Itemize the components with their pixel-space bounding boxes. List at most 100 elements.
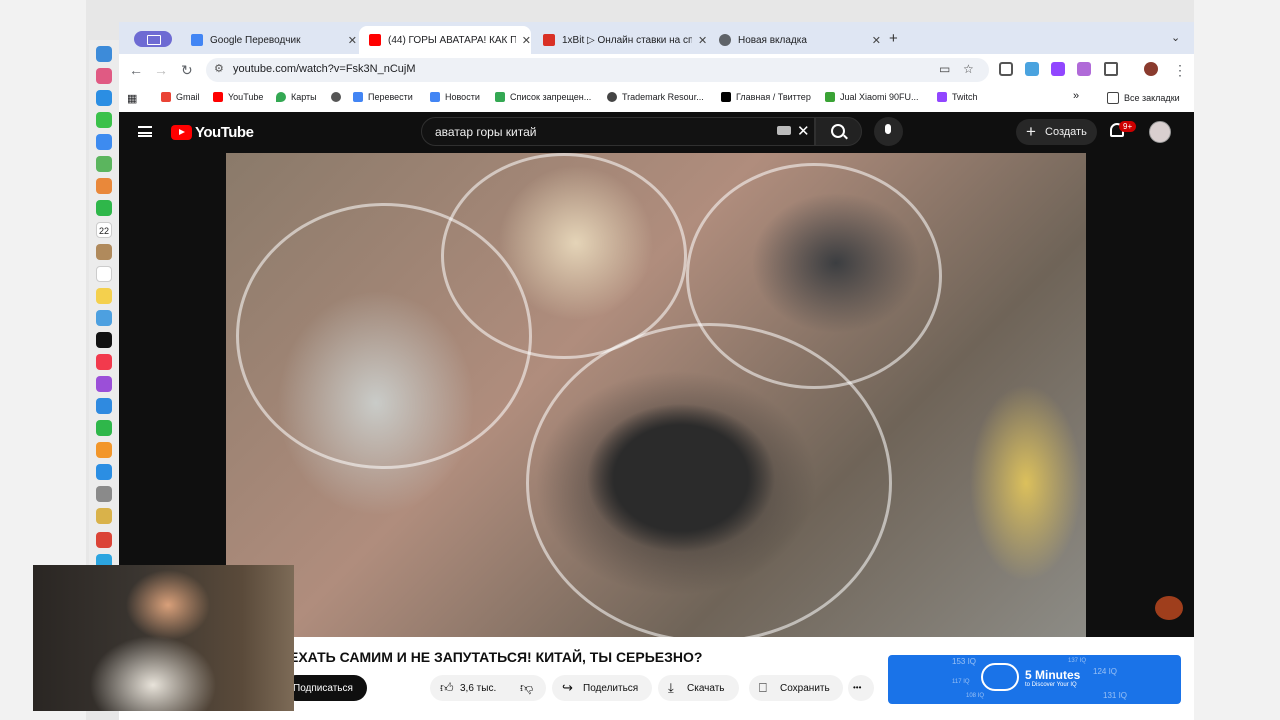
youtube-icon <box>369 34 381 46</box>
extension-twitch-icon[interactable] <box>1051 62 1065 76</box>
bookmark-maps[interactable]: Карты <box>276 92 317 102</box>
microphone-icon <box>885 124 891 134</box>
bookmark-gmail[interactable]: Gmail <box>161 92 200 102</box>
like-count[interactable]: 3,6 тыс. <box>460 683 496 694</box>
profile-avatar-icon[interactable] <box>1144 62 1158 76</box>
ad-banner[interactable]: 153 IQ 124 IQ 131 IQ 117 IQ 108 IQ 137 I… <box>888 655 1181 704</box>
notes-icon[interactable] <box>96 288 112 304</box>
close-icon[interactable]: ✕ <box>522 34 531 47</box>
youtube-logo[interactable]: YouTube <box>171 124 254 141</box>
bookmark-trademark[interactable]: Trademark Resour... <box>607 92 704 102</box>
podcasts-icon[interactable] <box>96 376 112 392</box>
tab-youtube-video[interactable]: (44) ГОРЫ АВАТАРА! КАК ПО ✕ <box>359 26 531 54</box>
more-actions-button[interactable]: ••• <box>848 675 874 701</box>
reload-icon[interactable]: ↻ <box>181 62 193 79</box>
bookmarks-more-chevron[interactable]: » <box>1073 90 1079 102</box>
close-icon[interactable]: ✕ <box>348 34 357 47</box>
all-bookmarks[interactable]: Все закладки <box>1107 92 1180 104</box>
extension-v-icon[interactable] <box>1077 62 1091 76</box>
bookmark-globe[interactable] <box>331 92 346 102</box>
launchpad-icon[interactable] <box>96 68 112 84</box>
bookmark-label: Gmail <box>176 92 200 102</box>
mail-icon[interactable] <box>96 134 112 150</box>
cast-icon[interactable]: ▭ <box>939 62 950 76</box>
youtube-icon <box>213 92 223 102</box>
url-text[interactable]: youtube.com/watch?v=Fsk3N_nCujM <box>233 63 416 75</box>
tab-strip: Google Переводчик ✕ (44) ГОРЫ АВАТАРА! К… <box>119 22 1194 54</box>
ad-subline: to Discover Your IQ <box>1025 682 1077 688</box>
tab-groups-button[interactable] <box>134 31 172 47</box>
plus-icon: + <box>1026 122 1036 141</box>
create-button[interactable]: + Создать <box>1016 119 1097 145</box>
contacts-icon[interactable] <box>96 244 112 260</box>
bookmarks-bar: ▦ Gmail YouTube Карты Перевести Новости … <box>119 86 1194 112</box>
save-button[interactable]: ⎕ Сохранить <box>749 675 843 701</box>
subscribe-button[interactable]: Подписаться <box>283 675 367 701</box>
apps-grid-icon[interactable]: ▦ <box>127 92 137 105</box>
finder-icon[interactable] <box>96 46 112 62</box>
omnibox[interactable]: ⚙ youtube.com/watch?v=Fsk3N_nCujM ▭ ☆ <box>206 58 989 82</box>
extension-qr-icon[interactable] <box>999 62 1013 76</box>
bookmark-twitch[interactable]: Twitch <box>937 92 978 102</box>
calendar-icon[interactable]: 22 <box>96 222 112 238</box>
menu-kebab-icon[interactable]: ⋮ <box>1173 62 1187 79</box>
video-player[interactable] <box>226 153 1086 637</box>
keyboard-icon[interactable] <box>777 126 791 135</box>
youtube-wordmark: YouTube <box>195 124 254 141</box>
bookmark-youtube[interactable]: YouTube <box>213 92 263 102</box>
photos-icon[interactable] <box>96 178 112 194</box>
new-tab-button[interactable]: + <box>889 30 898 47</box>
tab-search-chevron-icon[interactable]: ⌄ <box>1171 31 1180 44</box>
forward-arrow-icon[interactable]: → <box>154 62 168 78</box>
share-icon: ↪ <box>562 680 573 695</box>
globe-icon <box>331 92 341 102</box>
site-info-icon[interactable]: ⚙ <box>214 62 224 75</box>
search-input[interactable]: аватар горы китай ✕ <box>421 117 815 146</box>
youtube-play-icon <box>171 125 192 140</box>
facetime-icon[interactable] <box>96 200 112 216</box>
maps-icon[interactable] <box>96 156 112 172</box>
settings-icon[interactable] <box>96 486 112 502</box>
bookmark-label: Новости <box>445 92 480 102</box>
hamburger-menu-icon[interactable] <box>138 126 152 137</box>
extension-shield-icon[interactable] <box>1025 62 1039 76</box>
close-icon[interactable]: ✕ <box>698 34 707 47</box>
bookmark-twitter[interactable]: Главная / Твиттер <box>721 92 811 102</box>
bookmark-translate[interactable]: Перевести <box>353 92 413 102</box>
search-button[interactable] <box>815 117 862 146</box>
music-icon[interactable] <box>96 354 112 370</box>
safari-icon[interactable] <box>96 90 112 106</box>
tab-title: 1xBit ▷ Онлайн ставки на спорт <box>562 34 692 46</box>
dislike-icon[interactable]: 👎︎ <box>520 680 533 696</box>
search-query[interactable]: аватар горы китай <box>435 125 536 139</box>
pages-icon[interactable] <box>96 442 112 458</box>
chrome-icon[interactable] <box>96 532 112 548</box>
keynote-icon[interactable] <box>96 398 112 414</box>
bookmark-xiaomi[interactable]: Jual Xiaomi 90FU... <box>825 92 919 102</box>
like-icon[interactable]: 👍︎ <box>440 680 454 696</box>
close-icon[interactable]: ✕ <box>872 34 881 47</box>
share-button[interactable]: ↪ Поделиться <box>552 675 652 701</box>
tab-google-translate[interactable]: Google Переводчик ✕ <box>181 26 357 54</box>
bookmark-banned-list[interactable]: Список запрещен... <box>495 92 591 102</box>
ad-iq-label: 153 IQ <box>952 657 977 666</box>
app-store-icon[interactable] <box>96 464 112 480</box>
messages-icon[interactable] <box>96 112 112 128</box>
bookmark-star-icon[interactable]: ☆ <box>963 62 974 76</box>
preview-icon[interactable] <box>96 508 112 524</box>
tab-1xbit[interactable]: 1xBit ▷ Онлайн ставки на спорт ✕ <box>533 26 708 54</box>
account-avatar[interactable] <box>1149 121 1171 143</box>
extensions-puzzle-icon[interactable] <box>1104 62 1118 76</box>
apple-tv-icon[interactable] <box>96 332 112 348</box>
reminders-icon[interactable] <box>96 266 112 282</box>
numbers-icon[interactable] <box>96 420 112 436</box>
webcam-overlay <box>33 565 294 711</box>
tab-new-tab[interactable]: Новая вкладка ✕ <box>709 26 881 54</box>
translate-icon <box>191 34 203 46</box>
bookmark-news[interactable]: Новости <box>430 92 480 102</box>
download-button[interactable]: ⤓ Скачать <box>658 675 739 701</box>
back-arrow-icon[interactable]: ← <box>129 62 143 78</box>
clear-search-icon[interactable]: ✕ <box>797 122 810 140</box>
voice-search-button[interactable] <box>874 117 903 146</box>
freeform-icon[interactable] <box>96 310 112 326</box>
